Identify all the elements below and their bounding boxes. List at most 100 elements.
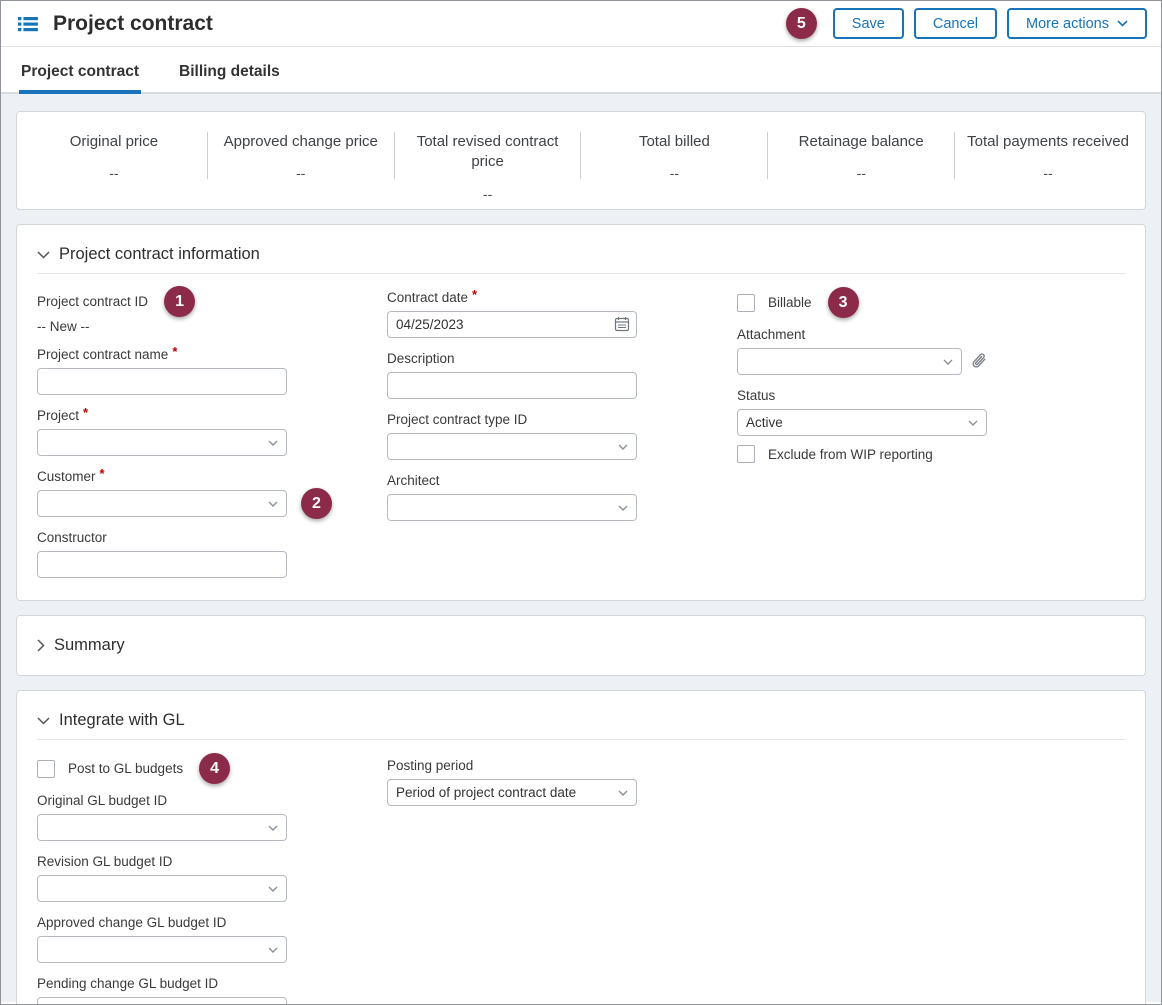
metric-retainage-balance: Retainage balance -- — [767, 132, 954, 179]
metric-value: -- — [405, 186, 571, 202]
description-label: Description — [387, 351, 737, 366]
exclude-wip-label: Exclude from WIP reporting — [768, 447, 933, 462]
info-column-right: Billable 3 Attachment Status — [737, 274, 1125, 463]
project-contract-name-input[interactable] — [37, 368, 287, 395]
chevron-down-icon — [268, 886, 278, 892]
contract-date-field — [387, 311, 637, 338]
metric-label: Total revised contract price — [405, 132, 571, 173]
attachment-row — [737, 348, 1125, 375]
paperclip-icon[interactable] — [971, 352, 989, 371]
required-marker: * — [83, 405, 88, 420]
chevron-down-icon — [968, 420, 978, 426]
contract-date-input[interactable] — [387, 311, 637, 338]
page-title: Project contract — [53, 12, 213, 36]
tab-project-contract[interactable]: Project contract — [19, 51, 141, 94]
project-contract-id-label: Project contract ID — [37, 294, 148, 309]
posting-period-select[interactable]: Period of project contract date — [387, 779, 637, 806]
project-contract-type-id-label: Project contract type ID — [387, 412, 737, 427]
callout-badge-1: 1 — [164, 286, 195, 317]
metric-total-billed: Total billed -- — [580, 132, 767, 179]
description-input[interactable] — [387, 372, 637, 399]
post-to-gl-budgets-checkbox[interactable] — [37, 760, 55, 778]
metric-total-revised-contract-price: Total revised contract price -- — [394, 132, 581, 179]
label-text: Contract date — [387, 290, 468, 305]
metric-total-payments-received: Total payments received -- — [954, 132, 1141, 179]
chevron-down-icon — [943, 359, 953, 365]
section-project-contract-information: Project contract information Project con… — [16, 224, 1146, 601]
section-header-integrate-with-gl[interactable]: Integrate with GL — [37, 701, 1125, 740]
metric-approved-change-price: Approved change price -- — [207, 132, 394, 179]
attachment-select[interactable] — [737, 348, 962, 375]
posting-period-label: Posting period — [387, 758, 1125, 773]
save-button[interactable]: Save — [833, 8, 904, 39]
chevron-down-icon — [37, 251, 50, 259]
chevron-down-icon — [268, 501, 278, 507]
post-to-gl-budgets-label: Post to GL budgets — [68, 761, 183, 776]
constructor-input[interactable] — [37, 551, 287, 578]
chevron-down-icon — [268, 947, 278, 953]
select-value: Active — [746, 415, 968, 430]
project-label: Project * — [37, 408, 387, 423]
original-gl-budget-id-label: Original GL budget ID — [37, 793, 387, 808]
info-column-middle: Contract date * Description Project cont… — [387, 274, 737, 521]
metric-value: -- — [591, 165, 757, 181]
section-title: Integrate with GL — [59, 711, 185, 730]
billable-label: Billable — [768, 295, 812, 310]
post-to-gl-row: Post to GL budgets 4 — [37, 757, 387, 780]
constructor-label: Constructor — [37, 530, 387, 545]
tab-billing-details[interactable]: Billing details — [177, 51, 282, 94]
revision-gl-budget-id-label: Revision GL budget ID — [37, 854, 387, 869]
customer-row: 2 — [37, 490, 387, 517]
cancel-button[interactable]: Cancel — [914, 8, 997, 39]
metric-original-price: Original price -- — [21, 132, 207, 179]
metric-label: Total payments received — [965, 132, 1131, 152]
pending-change-gl-budget-id-select[interactable] — [37, 997, 287, 1005]
label-text: Project — [37, 408, 79, 423]
list-menu-icon[interactable] — [17, 14, 39, 34]
section-integrate-with-gl: Integrate with GL Post to GL budgets 4 O… — [16, 690, 1146, 1005]
metric-value: -- — [31, 165, 197, 181]
metric-label: Total billed — [591, 132, 757, 152]
required-marker: * — [100, 466, 105, 481]
architect-select[interactable] — [387, 494, 637, 521]
chevron-right-icon — [37, 639, 45, 652]
section-header-summary[interactable]: Summary — [37, 626, 1125, 665]
more-actions-label: More actions — [1026, 16, 1109, 32]
gl-column-right: Posting period Period of project contrac… — [387, 740, 1125, 806]
gl-column-left: Post to GL budgets 4 Original GL budget … — [37, 740, 387, 1005]
chevron-down-icon — [1117, 20, 1128, 27]
section-header-project-contract-information[interactable]: Project contract information — [37, 235, 1125, 274]
original-gl-budget-id-select[interactable] — [37, 814, 287, 841]
label-text: Project contract name — [37, 347, 168, 362]
status-select[interactable]: Active — [737, 409, 987, 436]
billable-checkbox[interactable] — [737, 294, 755, 312]
metric-value: -- — [965, 165, 1131, 181]
chevron-down-icon — [618, 505, 628, 511]
calendar-icon[interactable] — [614, 316, 630, 332]
required-marker: * — [472, 287, 477, 302]
customer-label: Customer * — [37, 469, 387, 484]
revision-gl-budget-id-select[interactable] — [37, 875, 287, 902]
chevron-down-icon — [268, 825, 278, 831]
exclude-wip-checkbox[interactable] — [737, 445, 755, 463]
attachment-label: Attachment — [737, 327, 1125, 342]
approved-change-gl-budget-id-select[interactable] — [37, 936, 287, 963]
pending-change-gl-budget-id-label: Pending change GL budget ID — [37, 976, 387, 991]
metric-value: -- — [778, 165, 944, 181]
chevron-down-icon — [37, 717, 50, 725]
metrics-strip: Original price -- Approved change price … — [16, 111, 1146, 210]
chevron-down-icon — [618, 790, 628, 796]
chevron-down-icon — [618, 444, 628, 450]
project-contract-type-id-select[interactable] — [387, 433, 637, 460]
metric-label: Approved change price — [218, 132, 384, 152]
required-marker: * — [172, 344, 177, 359]
metric-label: Original price — [31, 132, 197, 152]
more-actions-button[interactable]: More actions — [1007, 8, 1147, 39]
callout-badge-3: 3 — [828, 287, 859, 318]
architect-label: Architect — [387, 473, 737, 488]
exclude-wip-row: Exclude from WIP reporting — [737, 445, 1125, 463]
customer-select[interactable] — [37, 490, 287, 517]
project-select[interactable] — [37, 429, 287, 456]
select-value: Period of project contract date — [396, 785, 618, 800]
contract-date-label: Contract date * — [387, 290, 737, 305]
